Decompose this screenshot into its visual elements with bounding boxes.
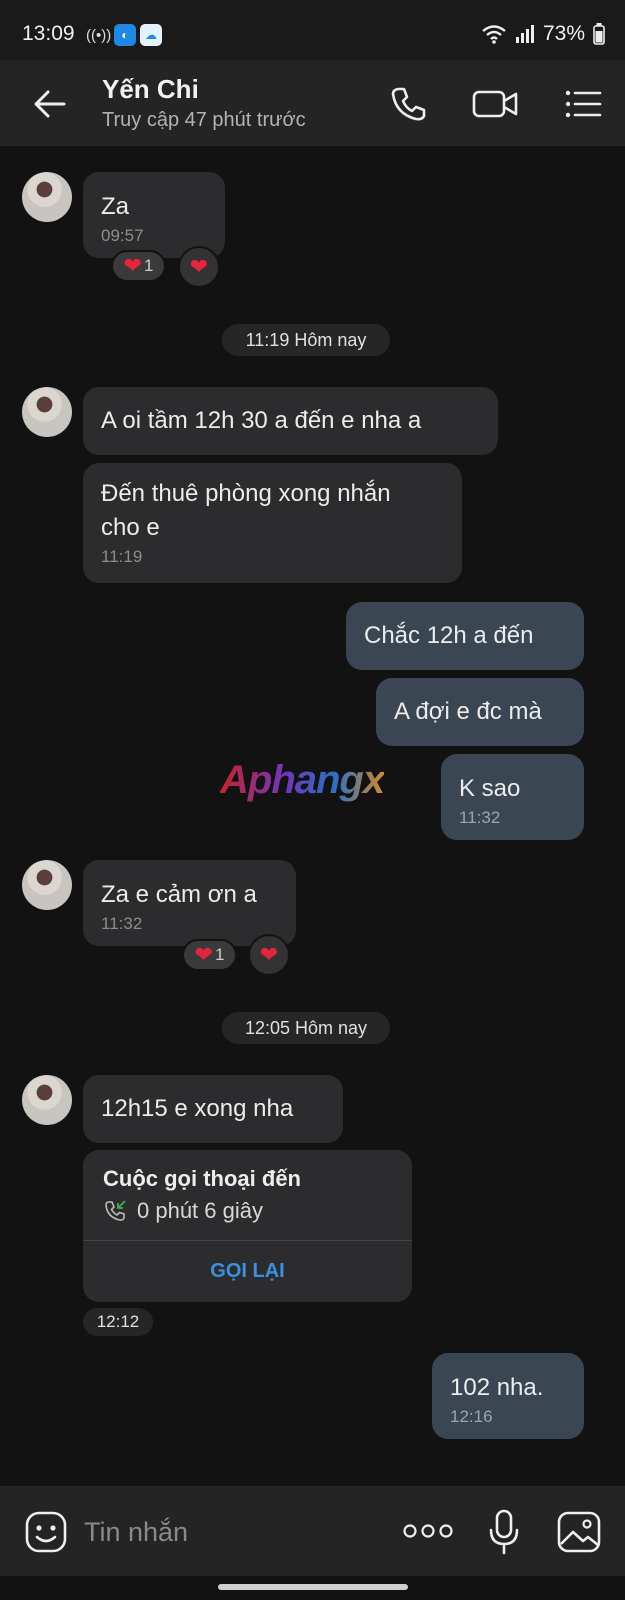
message-bubble[interactable]: 12h15 e xong nha (83, 1075, 343, 1143)
home-handle[interactable] (218, 1584, 408, 1590)
message-bubble[interactable]: A đợi e đc mà (376, 678, 584, 746)
call-title: Cuộc gọi thoại đến (103, 1166, 301, 1191)
menu-list-icon[interactable] (563, 84, 603, 124)
heart-icon: ❤ (259, 942, 279, 967)
heart-icon: ❤ (194, 942, 213, 967)
message-bubble[interactable]: Đến thuê phòng xong nhắn cho e 11:19 (83, 463, 462, 583)
call-card[interactable]: Cuộc gọi thoại đến 0 phút 6 giây GỌI LẠI (83, 1150, 412, 1302)
message-bubble[interactable]: Chắc 12h a đến (346, 602, 584, 670)
react-button[interactable]: ❤ (248, 934, 290, 976)
back-arrow-icon[interactable] (30, 84, 70, 124)
date-separator: 11:19 Hôm nay (222, 324, 390, 356)
message-bubble[interactable]: Za e cảm ơn a 11:32 (83, 860, 296, 946)
signal-icon (515, 25, 534, 43)
nav-bar (0, 1576, 625, 1600)
call-back-button[interactable]: GỌI LẠI (83, 1240, 412, 1302)
phone-icon[interactable] (388, 84, 428, 124)
battery-percent: 73% (542, 22, 585, 45)
heart-icon: ❤ (123, 253, 142, 278)
last-seen-status: Truy cập 47 phút trước (102, 109, 306, 131)
call-timestamp: 12:12 (83, 1308, 153, 1336)
chat-header: Yến Chi Truy cập 47 phút trước (0, 60, 625, 146)
microphone-icon[interactable] (486, 1508, 522, 1556)
avatar[interactable] (22, 387, 72, 437)
watermark-logo: Aphangx (220, 758, 385, 802)
more-options-icon[interactable] (402, 1516, 454, 1546)
avatar[interactable] (22, 860, 72, 910)
message-composer: Tin nhắn (0, 1486, 625, 1576)
message-bubble[interactable]: Za 09:57 (83, 172, 225, 258)
call-duration: 0 phút 6 giây (137, 1198, 263, 1223)
message-input[interactable]: Tin nhắn (84, 1512, 384, 1552)
video-call-icon[interactable] (471, 84, 519, 124)
date-separator: 12:05 Hôm nay (222, 1012, 390, 1044)
message-bubble[interactable]: 102 nha. 12:16 (432, 1353, 584, 1439)
image-icon[interactable] (556, 1510, 602, 1554)
avatar[interactable] (22, 1075, 72, 1125)
wifi-icon (482, 25, 506, 44)
reaction-count[interactable]: ❤ 1 (111, 250, 166, 282)
hotspot-icon: ((•)) (86, 26, 112, 44)
message-bubble[interactable]: A oi tầm 12h 30 a đến e nha a (83, 387, 498, 455)
avatar[interactable] (22, 172, 72, 222)
contact-name[interactable]: Yến Chi (102, 74, 199, 105)
reaction-count[interactable]: ❤ 1 (182, 939, 237, 971)
message-list[interactable]: Za 09:57 ❤ 1 ❤ 11:19 Hôm nay A oi tầm 12… (0, 146, 625, 1486)
react-button[interactable]: ❤ (178, 246, 220, 288)
status-time: 13:09 (22, 22, 75, 45)
status-bar: 13:09 ((•)) ◐ ☁ 73% (0, 0, 625, 60)
heart-icon: ❤ (189, 254, 209, 279)
app-notification-icon: ◐ (114, 24, 136, 46)
battery-icon (593, 23, 605, 45)
message-bubble[interactable]: K sao 11:32 (441, 754, 584, 840)
cloud-notification-icon: ☁ (140, 24, 162, 46)
sticker-icon[interactable] (24, 1510, 68, 1554)
incoming-call-icon (105, 1200, 126, 1221)
